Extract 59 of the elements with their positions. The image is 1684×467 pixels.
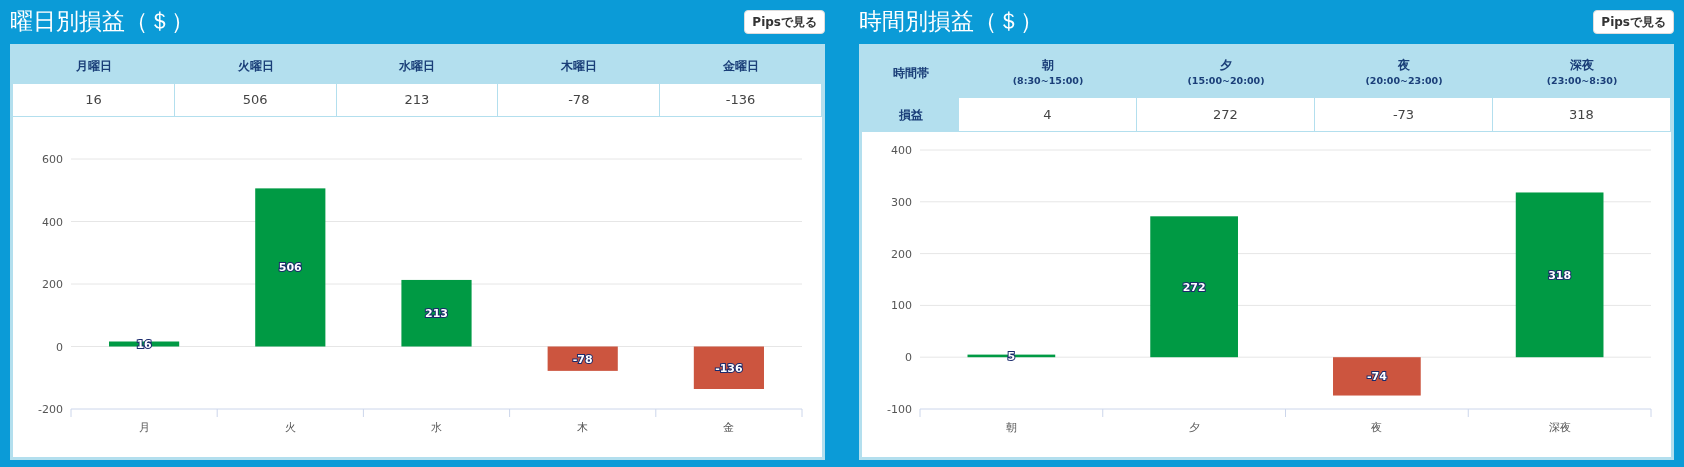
column-header: 金曜日 <box>660 47 822 84</box>
data-label: 506 <box>278 261 302 275</box>
axis-label: 0 <box>905 351 912 365</box>
table-cell: 4 <box>959 98 1137 132</box>
panel-title: 時間別損益（＄） <box>859 8 1043 36</box>
bar <box>693 346 764 389</box>
time-range: (15:00~20:00) <box>1187 74 1265 89</box>
axis-label: 0 <box>56 340 63 354</box>
column-header: 朝 <box>1042 57 1054 75</box>
axis-label: 200 <box>42 278 63 291</box>
column-header: 夕 <box>1220 57 1232 75</box>
data-label: 213 <box>425 307 448 321</box>
table-cell: 16 <box>13 84 175 117</box>
column-header: 深夜 <box>1570 57 1594 75</box>
axis-label: 200 <box>891 247 912 261</box>
axis-label: 夕 <box>1188 421 1200 434</box>
axis-label: 400 <box>42 215 63 229</box>
column-header: 木曜日 <box>498 47 661 84</box>
axis-label: -100 <box>887 403 912 416</box>
table-cell: -73 <box>1315 98 1493 132</box>
table-cell: 318 <box>1493 98 1671 132</box>
data-label: 318 <box>1548 268 1572 282</box>
axis-label: 水 <box>431 421 442 434</box>
axis-label: 火 <box>284 421 296 434</box>
axis-label: 月 <box>138 421 150 434</box>
pips-button[interactable]: Pipsで見る <box>1593 9 1674 35</box>
axis-label: 深夜 <box>1548 421 1571 434</box>
table-cell: 506 <box>174 84 337 117</box>
data-label: 272 <box>1182 280 1206 294</box>
column-header: 夜 <box>1398 57 1410 75</box>
bar <box>109 341 180 347</box>
time-range: (8:30~15:00) <box>1012 74 1084 89</box>
table-cell: -136 <box>660 84 822 117</box>
row-header: 損益 <box>862 98 959 132</box>
column-header: 火曜日 <box>174 47 337 84</box>
axis-label: 夜 <box>1371 421 1383 434</box>
axis-label: 木 <box>577 421 589 434</box>
axis-label: 朝 <box>1005 421 1017 434</box>
axis-label: 300 <box>891 195 912 209</box>
time-range: (23:00~8:30) <box>1546 74 1618 89</box>
table-cell: 213 <box>336 84 499 117</box>
axis-label: 金 <box>723 421 735 434</box>
time-range: (20:00~23:00) <box>1365 74 1443 89</box>
data-label: -136 <box>715 361 743 375</box>
axis-label: 100 <box>891 299 912 313</box>
axis-label: 600 <box>42 153 63 166</box>
axis-label: -200 <box>38 403 63 416</box>
row-header: 時間帯 <box>862 47 959 98</box>
axis-label: 400 <box>891 144 912 157</box>
bar <box>401 279 472 347</box>
data-label: -74 <box>1366 370 1387 384</box>
table-cell: -78 <box>498 84 661 117</box>
column-header: 月曜日 <box>13 47 175 84</box>
panel-title: 曜日別損益（＄） <box>10 8 194 36</box>
bar <box>547 346 618 371</box>
column-header: 水曜日 <box>336 47 499 84</box>
pips-button[interactable]: Pipsで見る <box>744 9 825 35</box>
table-cell: 272 <box>1137 98 1315 132</box>
data-label: -78 <box>572 352 593 366</box>
